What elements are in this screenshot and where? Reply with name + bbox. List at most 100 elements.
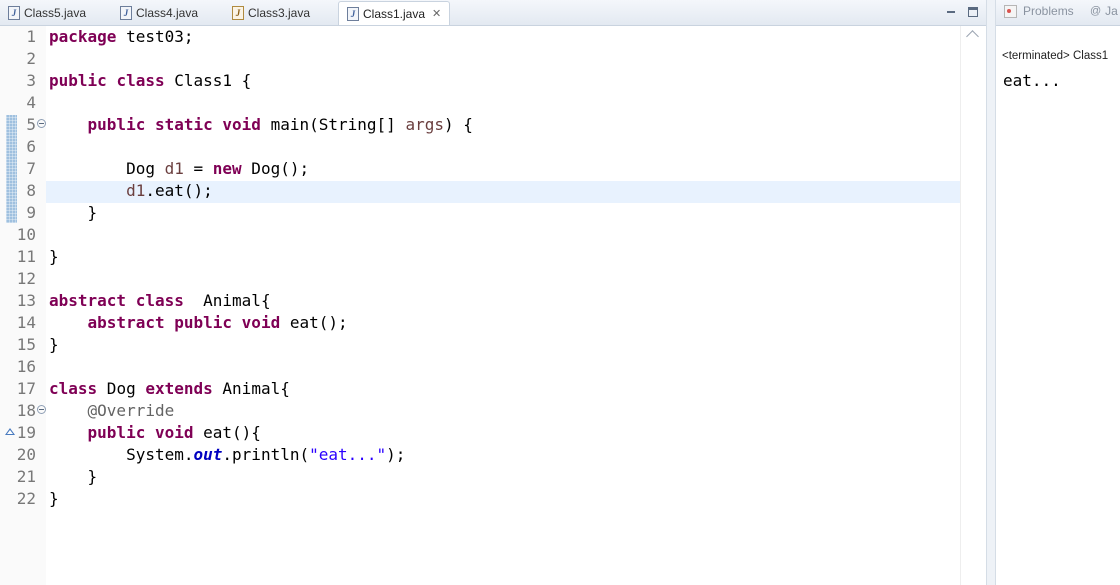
code-text: } xyxy=(49,203,98,222)
code-line: 14 abstract public void eat(); xyxy=(0,312,960,334)
code-line: 20 System.out.println("eat..."); xyxy=(0,444,960,466)
line-number: 2 xyxy=(26,49,36,68)
line-number: 14 xyxy=(16,313,36,332)
tab-label: Class4.java xyxy=(136,6,199,20)
code-text: @Override xyxy=(49,402,175,420)
close-icon[interactable]: ✕ xyxy=(432,7,441,20)
maximize-button[interactable] xyxy=(968,7,978,17)
java-file-modified-icon: J xyxy=(232,6,244,20)
keyword: extends xyxy=(145,379,213,398)
keyword: class xyxy=(135,291,184,310)
console-output[interactable]: eat... xyxy=(1003,71,1061,90)
java-file-icon: J xyxy=(347,6,359,21)
keyword: static xyxy=(154,115,213,134)
identifier: test03; xyxy=(116,27,194,46)
code-text: public class Class1 { xyxy=(49,72,251,90)
tab-label: Ja xyxy=(1105,4,1118,18)
identifier: Animal{ xyxy=(183,291,271,310)
code-text: } xyxy=(49,336,59,354)
tab-class3[interactable]: J Class3.java xyxy=(232,2,310,24)
console-pane: Problems @ Ja <terminated> Class1 eat... xyxy=(996,0,1120,585)
code-line: 15 } xyxy=(0,334,960,356)
punctuation: } xyxy=(49,489,59,508)
keyword: void xyxy=(154,423,194,442)
tab-javadoc[interactable]: @ Ja xyxy=(1090,4,1118,18)
code-text: System.out.println("eat..."); xyxy=(49,446,405,464)
variable: d1 xyxy=(126,181,146,200)
java-file-icon: J xyxy=(120,6,132,20)
code-text: package test03; xyxy=(49,28,194,46)
keyword: public xyxy=(174,313,233,332)
tab-class1[interactable]: J Class1.java ✕ xyxy=(338,1,451,25)
code-text: public static void main(String[] args) { xyxy=(49,116,473,134)
code-line: 16 xyxy=(0,356,960,378)
view-tab-bar: Problems @ Ja xyxy=(996,0,1120,26)
line-number: 3 xyxy=(26,71,36,90)
punctuation: } xyxy=(49,247,59,266)
pane-splitter[interactable] xyxy=(986,0,996,585)
tab-problems[interactable]: Problems xyxy=(1004,4,1074,18)
keyword: void xyxy=(241,313,281,332)
variable: args xyxy=(405,115,444,134)
problems-icon xyxy=(1004,4,1017,18)
line-number: 19 xyxy=(16,423,36,442)
identifier: Dog xyxy=(97,379,146,398)
code-line: 17 class Dog extends Animal{ xyxy=(0,378,960,400)
identifier: .eat(); xyxy=(145,181,213,200)
code-text: } xyxy=(49,248,59,266)
punctuation: ) { xyxy=(443,115,473,134)
code-line: 21 } xyxy=(0,466,960,488)
tab-class5[interactable]: J Class5.java xyxy=(8,2,86,24)
scroll-up-icon[interactable] xyxy=(966,30,979,43)
punctuation: } xyxy=(87,203,98,222)
keyword: abstract xyxy=(87,313,165,332)
code-text: class Dog extends Animal{ xyxy=(49,380,290,398)
code-line: 5 public static void main(String[] args)… xyxy=(0,114,960,136)
identifier: System. xyxy=(126,445,194,464)
code-text: d1.eat(); xyxy=(49,182,213,200)
javadoc-icon: @ xyxy=(1090,5,1102,17)
line-number: 1 xyxy=(26,27,36,46)
code-line: 2 xyxy=(0,48,960,70)
tab-class4[interactable]: J Class4.java xyxy=(120,2,198,24)
string-literal: "eat..." xyxy=(309,445,387,464)
keyword: abstract xyxy=(49,291,127,310)
line-number: 5 xyxy=(26,115,36,134)
punctuation: } xyxy=(49,335,59,354)
editor-tab-bar: J Class5.java J Class4.java J Class3.jav… xyxy=(0,0,986,26)
identifier: eat(){ xyxy=(193,423,261,442)
code-line: 13 abstract class Animal{ xyxy=(0,290,960,312)
fold-collapse-icon[interactable] xyxy=(37,119,46,128)
vertical-scrollbar[interactable] xyxy=(960,26,987,585)
identifier: Dog xyxy=(126,159,165,178)
keyword: public xyxy=(87,115,146,134)
fold-collapse-icon[interactable] xyxy=(37,405,46,414)
line-number: 16 xyxy=(16,357,36,376)
code-line: 22 } xyxy=(0,488,960,510)
line-number: 17 xyxy=(16,379,36,398)
keyword: public xyxy=(49,71,107,90)
code-text: abstract public void eat(); xyxy=(49,314,348,332)
minimize-button[interactable] xyxy=(946,6,957,17)
line-number: 4 xyxy=(26,93,36,112)
line-number: 13 xyxy=(16,291,36,310)
code-line: 11 } xyxy=(0,246,960,268)
tab-label: Class3.java xyxy=(248,6,311,20)
identifier: Animal{ xyxy=(212,379,290,398)
punctuation: ); xyxy=(386,445,406,464)
code-line: 3 public class Class1 { xyxy=(0,70,960,92)
identifier: eat(); xyxy=(280,313,348,332)
line-number: 7 xyxy=(26,159,36,178)
code-line: 1 package test03; xyxy=(0,26,960,48)
line-number: 20 xyxy=(16,445,36,464)
line-number: 22 xyxy=(16,489,36,508)
line-number: 9 xyxy=(26,203,36,222)
console-title: <terminated> Class1 xyxy=(1002,50,1109,62)
code-line: 10 xyxy=(0,224,960,246)
static-field: out xyxy=(193,445,223,464)
tab-label: Problems xyxy=(1023,4,1074,18)
line-number: 12 xyxy=(16,269,36,288)
identifier: Dog(); xyxy=(241,159,310,178)
code-line: 4 xyxy=(0,92,960,114)
line-number: 11 xyxy=(16,247,36,266)
